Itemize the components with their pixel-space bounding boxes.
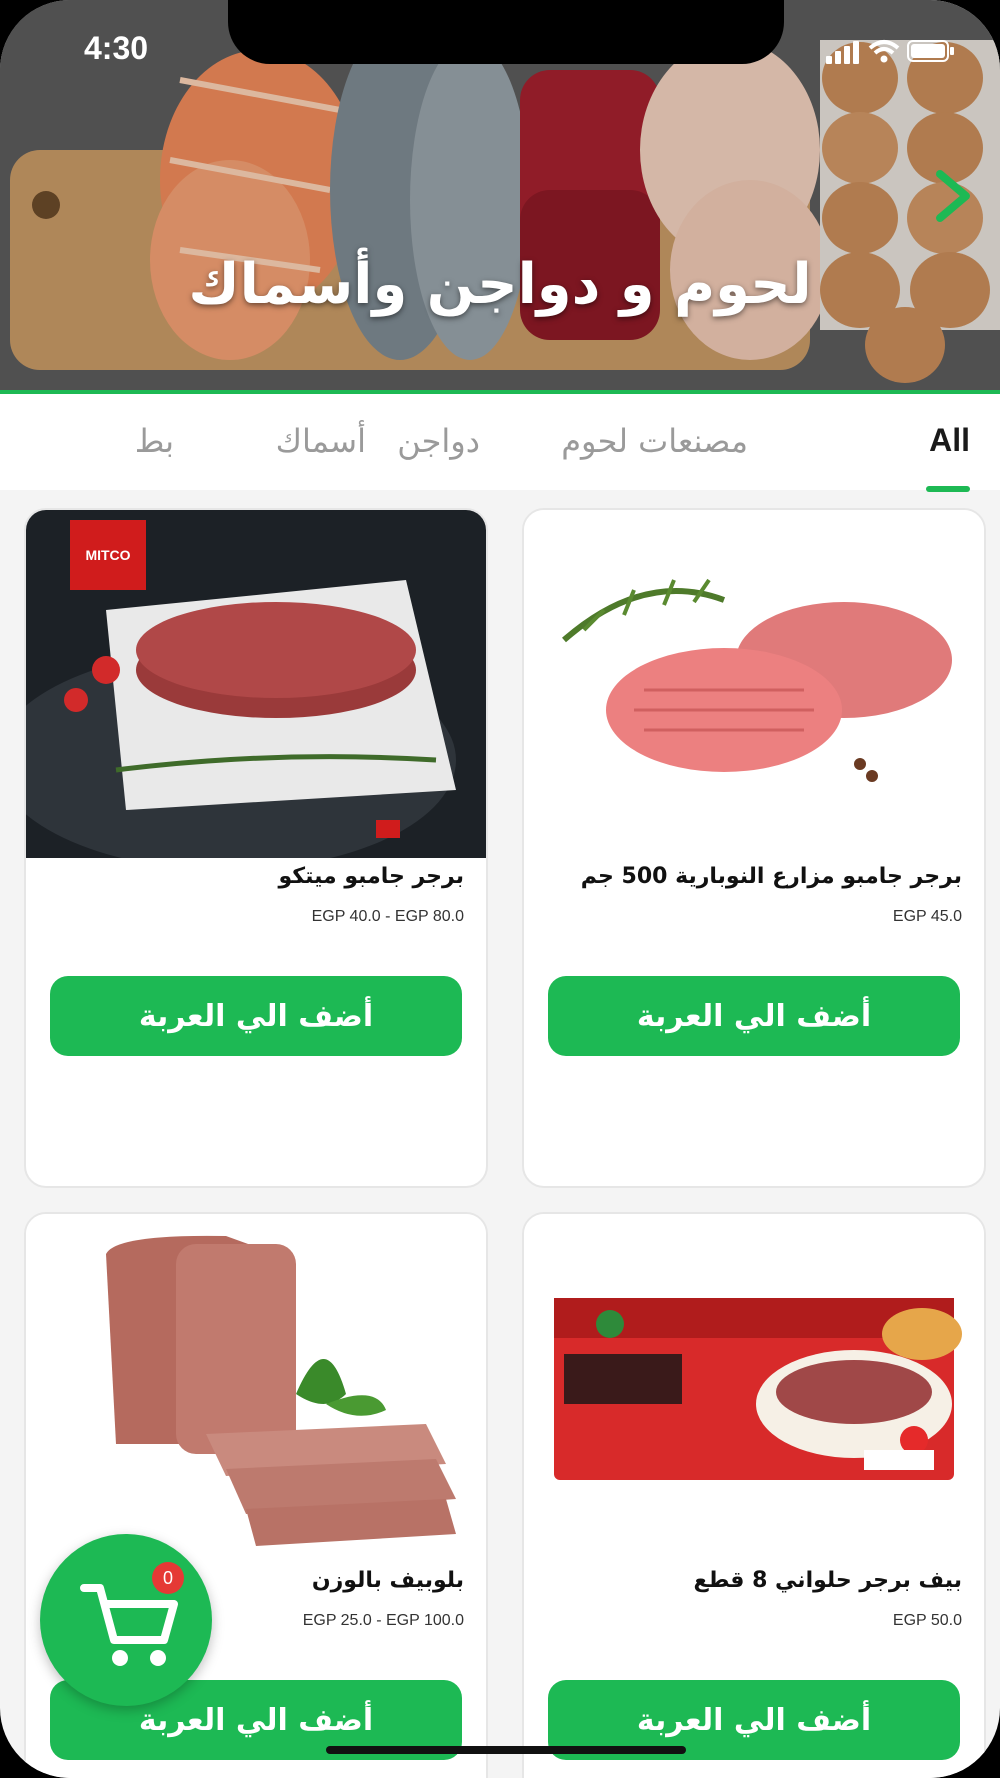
product-price: EGP 40.0 - EGP 80.0 [311,908,464,925]
product-image: MITCO [26,510,486,858]
product-image [26,1214,486,1562]
active-tab-indicator [926,486,970,492]
add-to-cart-button[interactable]: أضف الي العربة [548,976,960,1056]
device-notch [228,0,784,64]
cart-button[interactable]: 0 [40,1534,212,1706]
product-card[interactable]: بيف برجر حلواني 8 قطع EGP 50.0 أضف الي ا… [522,1212,986,1778]
wifi-icon [868,40,900,63]
home-indicator[interactable] [326,1746,686,1754]
tab-fish[interactable]: أسماك [276,422,366,460]
product-name[interactable]: برجر جامبو مزارع النوبارية 500 جم [540,864,962,889]
add-to-cart-button[interactable]: أضف الي العربة [50,976,462,1056]
product-card[interactable]: برجر جامبو مزارع النوبارية 500 جم EGP 45… [522,508,986,1188]
category-tabs: All مصنعات لحوم دواجن أسماك بط [0,394,1000,490]
tab-all[interactable]: All [929,422,970,459]
category-title: لحوم و دواجن وأسماك [188,252,812,317]
tab-poultry[interactable]: دواجن [397,422,480,460]
product-card[interactable]: MITCO برجر جامبو ميتكو EGP 40.0 - EGP 80… [24,508,488,1188]
chevron-right-icon[interactable] [928,168,978,224]
cart-count-badge: 0 [152,1562,184,1594]
cart-icon [80,1584,178,1666]
status-time: 4:30 [84,30,149,66]
signal-icon [826,41,859,64]
product-image [524,1214,984,1562]
product-name[interactable]: بيف برجر حلواني 8 قطع [540,1568,962,1593]
status-icons [826,40,954,64]
svg-text:MITCO: MITCO [85,547,130,563]
battery-icon [907,40,954,62]
tab-duck[interactable]: بط [135,422,174,460]
product-image [524,510,984,858]
product-name[interactable]: برجر جامبو ميتكو [42,864,465,889]
tab-processed-meat[interactable]: مصنعات لحوم [561,422,748,460]
app-screen: لحوم و دواجن وأسماك 4:30 All مصنعات لحوم… [0,0,1000,1778]
product-price: EGP 25.0 - EGP 100.0 [302,1612,464,1629]
product-price: EGP 50.0 [892,1612,962,1629]
product-price: EGP 45.0 [892,908,962,925]
